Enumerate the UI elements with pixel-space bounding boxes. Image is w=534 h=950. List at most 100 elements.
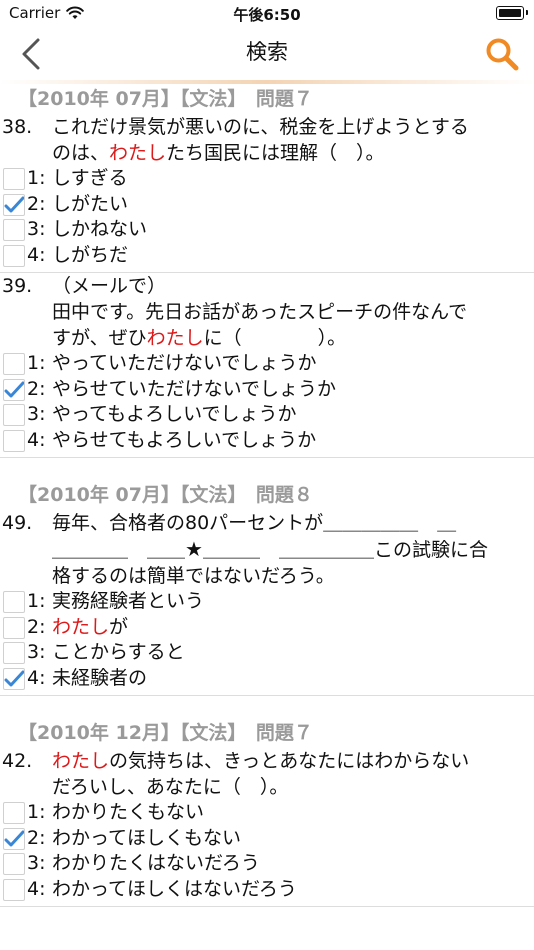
- answer-checkbox[interactable]: [3, 404, 25, 426]
- question-number: 49.: [2, 512, 33, 534]
- highlighted-term: わたし: [146, 327, 204, 349]
- question-text: の気持ちは、きっとあなたにはわからない: [109, 750, 470, 772]
- option-text: しすぎる: [52, 167, 128, 189]
- option-number: 4:: [27, 666, 46, 689]
- answer-checkbox[interactable]: [3, 244, 25, 267]
- option-text: やらせていただけないでしょうか: [52, 377, 337, 400]
- question-line: だろいし、あなたに（ ）。: [0, 774, 534, 800]
- answer-checkbox[interactable]: [3, 667, 25, 690]
- answer-checkbox[interactable]: [3, 878, 25, 901]
- option-text: わかりたくはないだろう: [52, 852, 260, 874]
- option-text: わかってほしくはないだろう: [52, 877, 297, 900]
- answer-checkbox[interactable]: [3, 219, 25, 241]
- option-number: 4:: [27, 428, 46, 451]
- option-text: わたしが: [52, 616, 128, 638]
- question-text: これだけ景気が悪いのに、税金を上げようとする: [52, 116, 469, 138]
- question-number: 39.: [2, 275, 33, 297]
- answer-option[interactable]: 2: わたしが: [0, 615, 534, 641]
- answer-option[interactable]: 3: ことからすると: [0, 640, 534, 666]
- highlighted-term: わたし: [52, 615, 110, 638]
- option-number: 1:: [27, 352, 46, 374]
- answer-checkbox[interactable]: [3, 591, 25, 613]
- question-text: だろいし、あなたに（ ）。: [52, 776, 289, 798]
- question-line: 39. （メールで）: [0, 273, 534, 299]
- option-text: わかりたくもない: [52, 801, 205, 823]
- question-text: （メールで）: [52, 275, 167, 297]
- highlighted-term: わたし: [109, 142, 167, 164]
- answer-option[interactable]: 1: 実務経験者という: [0, 589, 534, 615]
- option-number: 1:: [27, 590, 46, 612]
- checkmark-icon: [4, 670, 24, 686]
- answer-option[interactable]: 4: しがちだ: [0, 243, 534, 269]
- results-list: 【2010年 07月】【文法】 問題７ 38. これだけ景気が悪いのに、税金を上げよ…: [0, 84, 534, 907]
- answer-checkbox[interactable]: [3, 853, 25, 875]
- option-text: しがちだ: [52, 243, 129, 266]
- answer-option[interactable]: 3: わかりたくはないだろう: [0, 851, 534, 877]
- question-line: 38. これだけ景気が悪いのに、税金を上げようとする: [0, 114, 534, 140]
- answer-checkbox[interactable]: [3, 378, 25, 401]
- answer-option[interactable]: 3: しかねない: [0, 217, 534, 243]
- answer-option[interactable]: 4: わかってほしくはないだろう: [0, 877, 534, 903]
- section-header: 【2010年 07月】【文法】 問題８: [18, 484, 313, 506]
- answer-option[interactable]: 1: しすぎる: [0, 166, 534, 192]
- option-number: 2:: [27, 615, 46, 638]
- answer-option[interactable]: 2: やらせていただけないでしょうか: [0, 377, 534, 403]
- answer-checkbox[interactable]: [3, 429, 25, 452]
- search-icon: [486, 38, 519, 71]
- question-text: 毎年、合格者の80パーセントが＿＿＿＿＿ ＿: [52, 512, 457, 534]
- option-number: 1:: [27, 167, 46, 189]
- option-text: しかねない: [52, 218, 148, 240]
- battery-icon: [496, 6, 528, 20]
- answer-checkbox[interactable]: [3, 616, 25, 639]
- answer-option[interactable]: 1: やっていただけないでしょうか: [0, 351, 534, 377]
- option-text: 実務経験者という: [52, 590, 205, 612]
- question-text: のは、: [52, 142, 110, 164]
- question-item[interactable]: 39. （メールで） 田中です。先日お話があったスピーチの件なんで すが、ぜひわたしに…: [0, 273, 534, 458]
- section-header: 【2010年 07月】【文法】 問題７: [18, 88, 313, 110]
- answer-option[interactable]: 4: 未経験者の: [0, 666, 534, 692]
- answer-option[interactable]: 1: わかりたくもない: [0, 800, 534, 826]
- question-line: ＿＿＿＿ ＿＿★＿＿＿ ＿＿＿＿＿この試験に合: [0, 536, 534, 563]
- question-line: すが、ぜひわたしに（ ）。: [0, 325, 534, 351]
- option-number: 2:: [27, 377, 46, 400]
- answer-option[interactable]: 2: わかってほしくもない: [0, 826, 534, 852]
- answer-option[interactable]: 3: やってもよろしいでしょうか: [0, 402, 534, 428]
- question-text: 格するのは簡単ではないだろう。: [52, 565, 335, 587]
- answer-checkbox[interactable]: [3, 802, 25, 824]
- question-item[interactable]: 42. わたしの気持ちは、きっとあなたにはわからない だろいし、あなたに（ ）。 1:…: [0, 748, 534, 907]
- option-number: 3:: [27, 218, 46, 240]
- option-text: 未経験者の: [52, 666, 148, 689]
- navigation-bar: 検索: [0, 28, 534, 78]
- option-number: 4:: [27, 243, 46, 266]
- option-number: 3:: [27, 403, 46, 425]
- answer-checkbox[interactable]: [3, 168, 25, 190]
- question-text: すが、ぜひ: [52, 327, 147, 349]
- question-text: 田中です。先日お話があったスピーチの件なんで: [52, 301, 468, 323]
- question-item[interactable]: 49. 毎年、合格者の80パーセントが＿＿＿＿＿ ＿ ＿＿＿＿ ＿＿★＿＿＿ ＿＿＿…: [0, 510, 534, 696]
- question-text: たち国民には理解（ ）。: [166, 142, 385, 164]
- option-text: わかってほしくもない: [52, 826, 242, 849]
- section-header: 【2010年 12月】【文法】 問題７: [18, 722, 313, 744]
- option-text-rest: が: [109, 615, 129, 638]
- highlighted-term: わたし: [52, 750, 110, 772]
- answer-checkbox[interactable]: [3, 353, 25, 375]
- question-line: のは、わたしたち国民には理解（ ）。: [0, 140, 534, 166]
- checkmark-icon: [4, 830, 24, 846]
- checkmark-icon: [4, 381, 24, 397]
- answer-option[interactable]: 2: しがたい: [0, 192, 534, 218]
- question-item[interactable]: 38. これだけ景気が悪いのに、税金を上げようとする のは、わたしたち国民には理解（…: [0, 114, 534, 273]
- answer-checkbox[interactable]: [3, 827, 25, 850]
- answer-checkbox[interactable]: [3, 193, 25, 216]
- question-number: 38.: [2, 116, 33, 138]
- option-number: 3:: [27, 641, 46, 663]
- question-text: に（ ）。: [203, 327, 347, 349]
- option-number: 4:: [27, 877, 46, 900]
- search-button[interactable]: [484, 36, 520, 72]
- option-number: 1:: [27, 801, 46, 823]
- question-line: 格するのは簡単ではないだろう。: [0, 563, 534, 589]
- option-number: 2:: [27, 192, 46, 215]
- answer-option[interactable]: 4: やらせてもよろしいでしょうか: [0, 428, 534, 454]
- option-text: やらせてもよろしいでしょうか: [52, 428, 317, 451]
- question-line: 42. わたしの気持ちは、きっとあなたにはわからない: [0, 748, 534, 774]
- answer-checkbox[interactable]: [3, 642, 25, 664]
